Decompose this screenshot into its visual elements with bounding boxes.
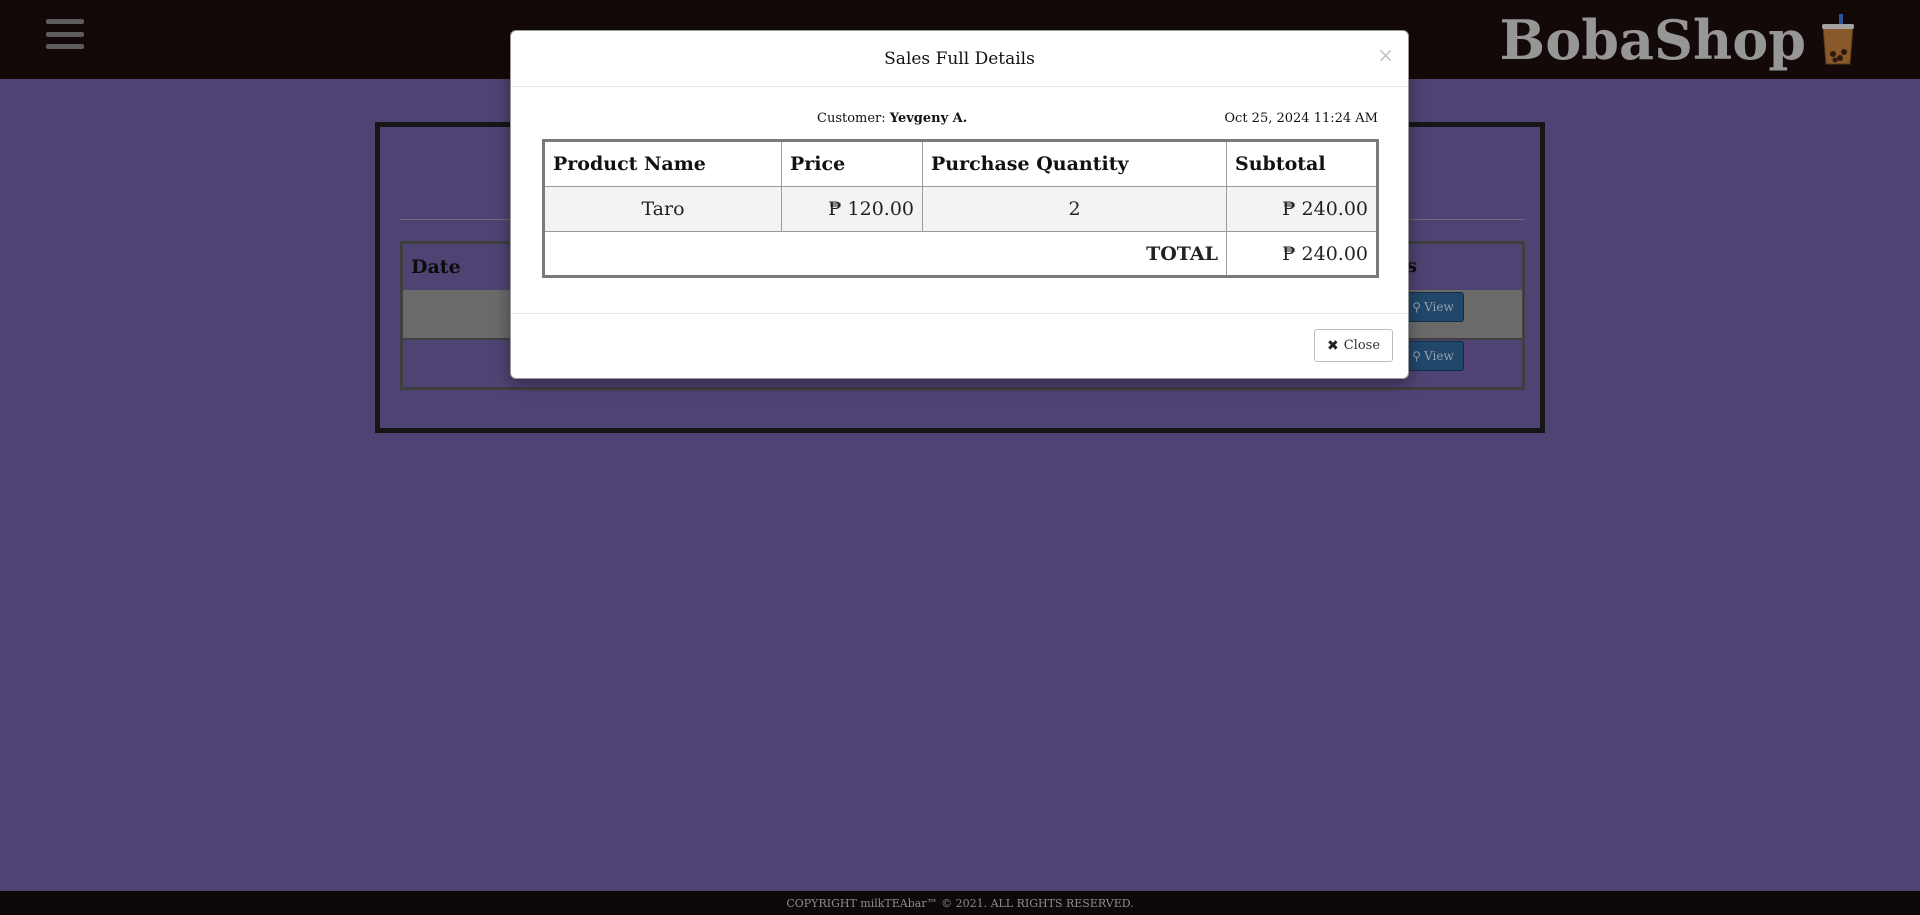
- modal-title: Sales Full Details: [884, 48, 1035, 69]
- product-name-cell: Taro: [543, 186, 782, 232]
- customer-label: Customer:: [817, 111, 886, 126]
- total-value: ₱ 240.00: [1226, 231, 1378, 277]
- subtotal-cell: ₱ 240.00: [1226, 186, 1378, 232]
- price-cell: ₱ 120.00: [781, 186, 923, 232]
- customer-info: Customer: Yevgeny A.: [817, 111, 967, 126]
- col-subtotal: Subtotal: [1226, 140, 1378, 187]
- close-button-label: Close: [1343, 338, 1381, 353]
- table-row: Taro ₱ 120.00 2 ₱ 240.00: [543, 186, 1378, 232]
- col-price: Price: [781, 140, 923, 187]
- modal-footer: ✖ Close: [511, 314, 1408, 379]
- modal-header: Sales Full Details ×: [511, 31, 1408, 87]
- items-table: Product Name Price Purchase Quantity Sub…: [542, 139, 1379, 278]
- quantity-cell: 2: [922, 186, 1227, 232]
- total-row: TOTAL ₱ 240.00: [543, 231, 1378, 277]
- customer-name: Yevgeny A.: [889, 111, 968, 126]
- modal-body: Customer: Yevgeny A. Oct 25, 2024 11:24 …: [511, 87, 1408, 314]
- total-label: TOTAL: [543, 231, 1227, 277]
- col-purchase-quantity: Purchase Quantity: [922, 140, 1227, 187]
- items-header-row: Product Name Price Purchase Quantity Sub…: [543, 140, 1378, 187]
- col-product-name: Product Name: [543, 140, 782, 187]
- close-icon[interactable]: ×: [1377, 43, 1394, 67]
- times-icon: ✖: [1326, 337, 1339, 354]
- sales-details-modal: Sales Full Details × Customer: Yevgeny A…: [510, 30, 1409, 379]
- close-button[interactable]: ✖ Close: [1314, 329, 1393, 362]
- footer: COPYRIGHT milkTEAbar™ © 2021. ALL RIGHTS…: [0, 891, 1920, 915]
- copyright-text: COPYRIGHT milkTEAbar™ © 2021. ALL RIGHTS…: [786, 896, 1134, 910]
- sale-datetime: Oct 25, 2024 11:24 AM: [1224, 111, 1378, 126]
